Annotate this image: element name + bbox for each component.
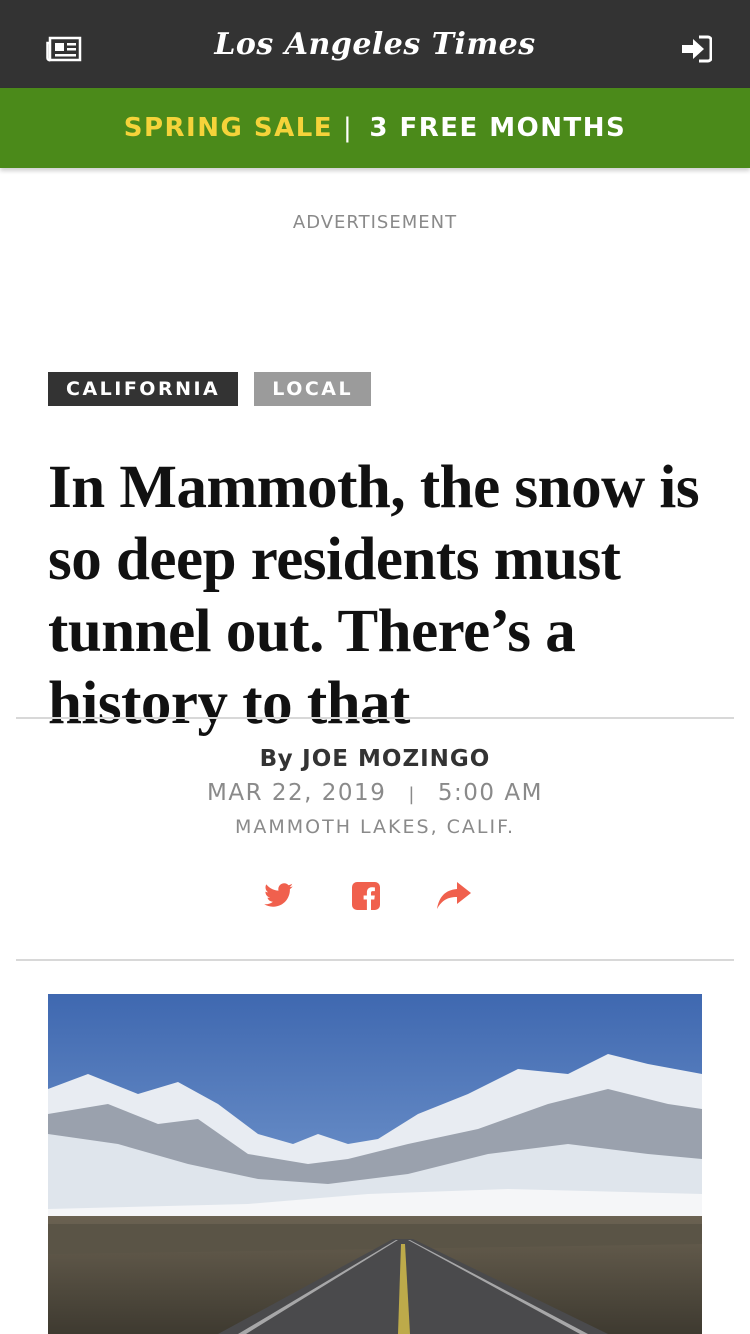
tag-local[interactable]: LOCAL <box>254 372 372 406</box>
sign-in-icon[interactable] <box>682 35 713 63</box>
dateline: MAR 22, 2019 | 5:00 AM <box>0 780 750 806</box>
share-bar <box>0 878 750 914</box>
article-location: MAMMOTH LAKES, CALIF. <box>234 816 516 838</box>
publish-date: MAR 22, 2019 <box>207 780 387 806</box>
masthead-logo[interactable]: Los Angeles Times <box>214 27 535 62</box>
advertisement-label: ADVERTISEMENT <box>292 212 458 233</box>
tag-california[interactable]: CALIFORNIA <box>48 372 239 406</box>
divider-bottom <box>16 959 734 961</box>
date-separator: | <box>408 784 416 805</box>
article-headline: In Mammoth, the snow is so deep resident… <box>48 454 700 737</box>
publish-time: 5:00 AM <box>437 780 543 806</box>
sale-label: SPRING SALE <box>123 113 334 143</box>
byline-prefix: By <box>259 746 294 772</box>
top-navigation-bar: Los Angeles Times <box>0 0 750 88</box>
facebook-icon[interactable] <box>348 878 384 914</box>
offer-label: 3 FREE MONTHS <box>369 113 627 143</box>
author-name[interactable]: JOE MOZINGO <box>302 746 490 772</box>
banner-separator: | <box>343 113 354 143</box>
lead-photo-mountains[interactable] <box>48 994 702 1334</box>
divider-top <box>16 717 734 719</box>
spring-sale-banner[interactable]: SPRING SALE | 3 FREE MONTHS <box>0 88 750 168</box>
twitter-icon[interactable] <box>261 878 297 914</box>
newspaper-icon[interactable] <box>46 35 82 63</box>
section-tags: CALIFORNIA LOCAL <box>48 372 372 406</box>
share-icon[interactable] <box>436 878 472 914</box>
byline: By JOE MOZINGO <box>0 746 750 772</box>
